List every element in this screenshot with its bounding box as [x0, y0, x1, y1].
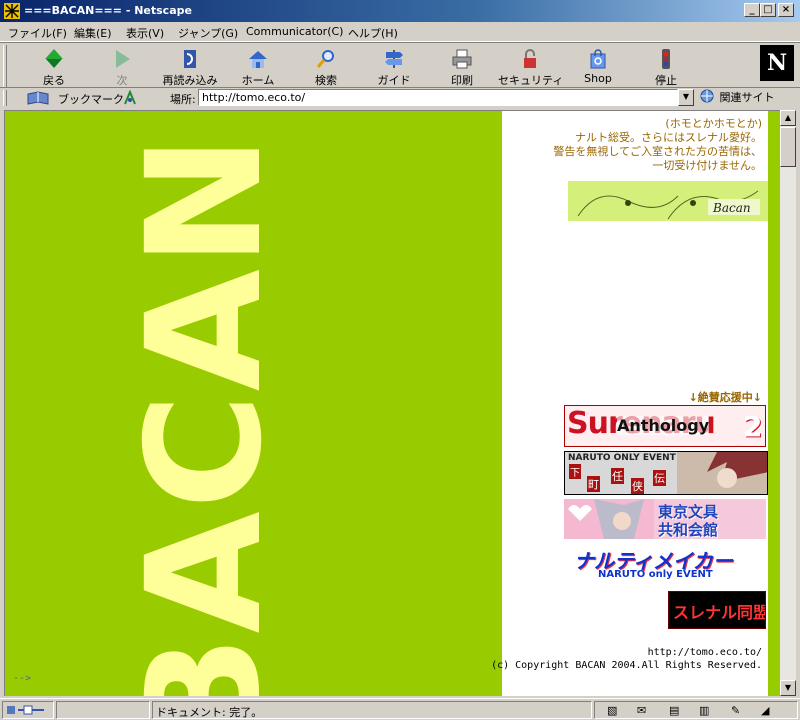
forward-arrow-icon [116, 50, 130, 68]
shopping-bag-icon [590, 49, 606, 69]
narutimeiker-event-banner[interactable]: ナルティメイカー NARUTO only EVENT [564, 545, 766, 585]
print-button[interactable]: 印刷 [430, 45, 494, 87]
location-grip[interactable] [3, 90, 7, 106]
close-button[interactable]: × [778, 3, 794, 17]
padlock-icon [524, 49, 536, 68]
warning-notice: … (ホモとかホモとか) ナルト総受。さらにはスレナル愛好。 警告を無視してご入… [553, 111, 762, 172]
related-globe-icon [700, 89, 714, 103]
composer-icon[interactable]: ✎ [731, 704, 740, 717]
mail-icon[interactable]: ✉ [637, 704, 646, 717]
scroll-up-arrow-icon[interactable]: ▲ [780, 110, 796, 126]
stop-button[interactable]: 停止 [634, 45, 698, 87]
location-label: 場所: [170, 93, 196, 106]
search-button[interactable]: 検索 [294, 45, 358, 87]
tokyo-bungu-kyowa-kaikan-banner[interactable]: 東京文具 共和会館 [564, 499, 766, 539]
stop-signal-icon [662, 49, 670, 69]
character-portrait-image [564, 499, 654, 539]
copyright-text: (c) Copyright BACAN 2004.All Rights Rese… [491, 660, 762, 671]
navigation-toolbar: 戻る 次 再読み込み ホーム 検索 ガイド 印刷 セキュリティ Shop 停止 [0, 42, 800, 88]
address-book-icon[interactable]: ▥ [699, 704, 709, 717]
shop-button[interactable]: Shop [566, 45, 630, 87]
vertical-scrollbar[interactable]: ▲ ▼ [780, 110, 796, 696]
html-comment-residue: --> [13, 673, 32, 684]
printer-icon [452, 49, 472, 69]
search-icon [316, 50, 334, 68]
component-bar: ▧ ✉ ▤ ▥ ✎ ◢ [594, 701, 798, 719]
art-banner-caption: Bacan [713, 201, 751, 215]
connection-plug-icon [7, 705, 44, 715]
title-bar: ===BACAN=== - Netscape _ □ × [0, 0, 800, 22]
related-links-label: 関連サイト [719, 91, 775, 104]
page-proxy-icon[interactable] [122, 90, 138, 106]
back-button[interactable]: 戻る [22, 45, 86, 87]
menu-go[interactable]: ジャンプ(G) [178, 25, 238, 41]
menu-view[interactable]: 表示(V) [126, 25, 164, 41]
page-viewport: BACAN … (ホモとかホモとか) ナルト総受。さらにはスレナル愛好。 警告を… [4, 110, 780, 696]
menu-edit[interactable]: 編集(E) [74, 25, 112, 41]
bookmarks-icon[interactable] [26, 90, 52, 106]
menu-bar: ファイル(F) 編集(E) 表示(V) ジャンプ(G) Communicator… [0, 22, 800, 42]
url-dropdown-button[interactable]: ▼ [678, 89, 694, 106]
url-input[interactable] [198, 89, 678, 106]
reload-button[interactable]: 再読み込み [158, 45, 222, 87]
home-icon [249, 51, 267, 68]
character-art-image [677, 452, 767, 494]
security-button[interactable]: セキュリティ [498, 45, 563, 87]
site-art-banner: Bacan [568, 181, 768, 221]
security-status-panel[interactable] [2, 701, 54, 719]
status-bar: ドキュメント: 完了。 ▧ ✉ ▤ ▥ ✎ ◢ [0, 698, 800, 720]
bacan-vertical-title: BACAN [113, 132, 297, 696]
support-label: ↓絶賛応援中↓ [688, 391, 762, 404]
window-title: ===BACAN=== - Netscape [24, 4, 192, 17]
scroll-down-arrow-icon[interactable]: ▼ [780, 680, 796, 696]
reload-icon [184, 50, 196, 68]
menu-help[interactable]: ヘルプ(H) [348, 25, 398, 41]
back-arrow-icon [45, 49, 63, 68]
right-content-column: … (ホモとかホモとか) ナルト総受。さらにはスレナル愛好。 警告を無視してご入… [491, 111, 768, 696]
netscape-app-icon[interactable] [4, 3, 20, 19]
toolbar-grip[interactable] [3, 45, 7, 87]
naruto-event-shitamachi-banner[interactable]: NARUTO ONLY EVENT 下 町 任 侠 伝 [564, 451, 768, 495]
netscape-logo[interactable]: N [760, 45, 794, 81]
progress-panel [56, 701, 150, 719]
footer-url-text: http://tomo.eco.to/ [647, 647, 762, 658]
menu-communicator[interactable]: Communicator(C) [246, 25, 343, 38]
maximize-button[interactable]: □ [760, 3, 776, 17]
status-text: ドキュメント: 完了。 [152, 701, 592, 719]
home-button[interactable]: ホーム [226, 45, 290, 87]
surenaru-alliance-banner[interactable]: スレナル同盟 [668, 591, 766, 629]
resize-grip-icon[interactable]: ◢ [761, 704, 769, 717]
scrollbar-thumb[interactable] [780, 127, 796, 167]
guide-button[interactable]: ガイド [362, 45, 426, 87]
guide-signpost-icon [385, 50, 403, 68]
related-links-button[interactable]: 関連サイト [700, 89, 775, 105]
forward-button[interactable]: 次 [90, 45, 154, 87]
minimize-button[interactable]: _ [744, 3, 760, 17]
navigator-icon[interactable]: ▧ [607, 704, 617, 717]
newsgroup-icon[interactable]: ▤ [669, 704, 679, 717]
surenaru-anthology-banner[interactable]: Surenaru Anthology 2 [564, 405, 766, 447]
menu-file[interactable]: ファイル(F) [8, 25, 67, 41]
bookmarks-button[interactable]: ブックマーク [58, 91, 124, 107]
